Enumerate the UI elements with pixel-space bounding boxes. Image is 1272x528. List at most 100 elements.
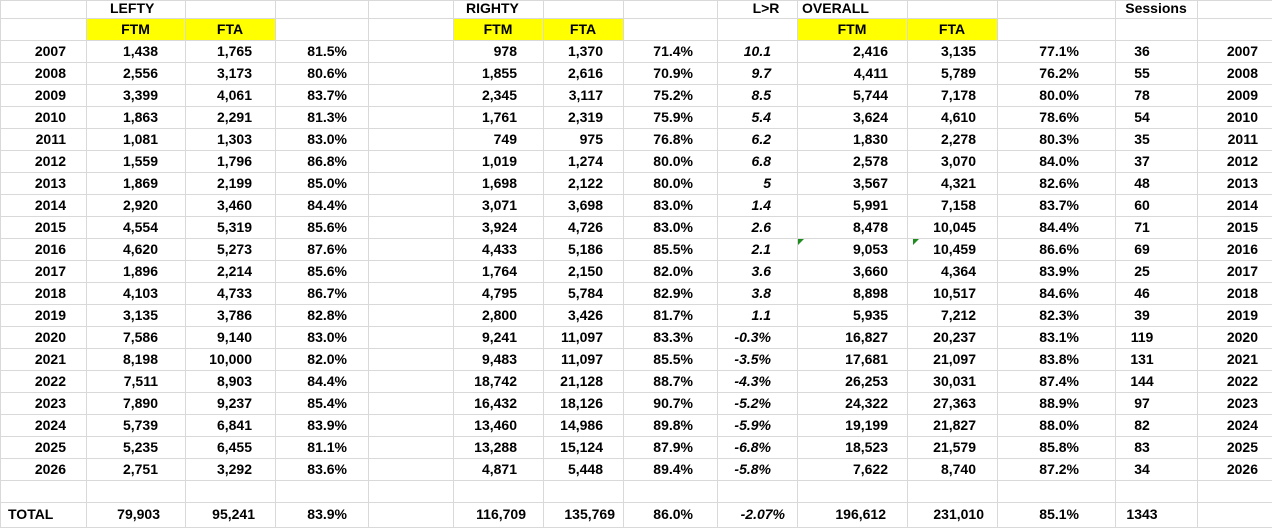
lefty-ftm[interactable]: 3,399 xyxy=(86,84,158,106)
righty-ftm[interactable]: 3,924 xyxy=(453,216,517,238)
total-lefty-pct[interactable]: 83.9% xyxy=(275,503,347,525)
overall-pct[interactable]: 86.6% xyxy=(997,238,1079,260)
sessions-count[interactable]: 71 xyxy=(1115,216,1169,238)
righty-fta[interactable]: 975 xyxy=(543,128,603,150)
l-greater-r[interactable]: 2.6 xyxy=(717,216,771,238)
header-lefty[interactable]: LEFTY xyxy=(110,0,190,19)
lefty-pct[interactable]: 86.8% xyxy=(275,150,347,172)
lefty-pct[interactable]: 83.9% xyxy=(275,414,347,436)
righty-pct[interactable]: 76.8% xyxy=(623,128,693,150)
row-year-right[interactable]: 2009 xyxy=(1197,84,1258,106)
righty-fta[interactable]: 11,097 xyxy=(543,326,603,348)
righty-ftm[interactable]: 3,071 xyxy=(453,194,517,216)
righty-ftm[interactable]: 1,761 xyxy=(453,106,517,128)
lefty-pct[interactable]: 83.0% xyxy=(275,326,347,348)
overall-fta[interactable]: 3,135 xyxy=(907,40,976,62)
total-l-greater-r[interactable]: -2.07% xyxy=(717,503,785,525)
row-year-right[interactable]: 2010 xyxy=(1197,106,1258,128)
l-greater-r[interactable]: -0.3% xyxy=(717,326,771,348)
l-greater-r[interactable]: -4.3% xyxy=(717,370,771,392)
sessions-count[interactable]: 144 xyxy=(1115,370,1169,392)
overall-pct[interactable]: 83.7% xyxy=(997,194,1079,216)
row-year-right[interactable]: 2025 xyxy=(1197,436,1258,458)
row-year[interactable]: 2014 xyxy=(0,194,66,216)
righty-pct[interactable]: 71.4% xyxy=(623,40,693,62)
righty-pct[interactable]: 80.0% xyxy=(623,150,693,172)
righty-ftm[interactable]: 1,764 xyxy=(453,260,517,282)
righty-pct[interactable]: 82.9% xyxy=(623,282,693,304)
lefty-ftm[interactable]: 1,869 xyxy=(86,172,158,194)
righty-ftm[interactable]: 2,800 xyxy=(453,304,517,326)
righty-fta[interactable]: 5,784 xyxy=(543,282,603,304)
lefty-fta[interactable]: 5,273 xyxy=(185,238,252,260)
righty-pct[interactable]: 88.7% xyxy=(623,370,693,392)
header-lefty-ftm[interactable]: FTM xyxy=(86,18,185,40)
lefty-ftm[interactable]: 1,438 xyxy=(86,40,158,62)
overall-pct[interactable]: 88.9% xyxy=(997,392,1079,414)
righty-fta[interactable]: 3,117 xyxy=(543,84,603,106)
row-year[interactable]: 2007 xyxy=(0,40,66,62)
total-overall-pct[interactable]: 85.1% xyxy=(997,503,1079,525)
overall-ftm[interactable]: 1,830 xyxy=(797,128,888,150)
righty-pct[interactable]: 90.7% xyxy=(623,392,693,414)
lefty-fta[interactable]: 6,455 xyxy=(185,436,252,458)
righty-ftm[interactable]: 18,742 xyxy=(453,370,517,392)
righty-ftm[interactable]: 9,241 xyxy=(453,326,517,348)
lefty-pct[interactable]: 82.0% xyxy=(275,348,347,370)
total-lefty-fta[interactable]: 95,241 xyxy=(185,503,255,525)
row-year-right[interactable]: 2007 xyxy=(1197,40,1258,62)
overall-pct[interactable]: 84.4% xyxy=(997,216,1079,238)
lefty-ftm[interactable]: 1,896 xyxy=(86,260,158,282)
lefty-fta[interactable]: 2,199 xyxy=(185,172,252,194)
lefty-pct[interactable]: 81.5% xyxy=(275,40,347,62)
righty-ftm[interactable]: 13,288 xyxy=(453,436,517,458)
row-year-right[interactable]: 2019 xyxy=(1197,304,1258,326)
lefty-ftm[interactable]: 2,751 xyxy=(86,458,158,480)
row-year[interactable]: 2009 xyxy=(0,84,66,106)
righty-fta[interactable]: 11,097 xyxy=(543,348,603,370)
sessions-count[interactable]: 60 xyxy=(1115,194,1169,216)
row-year-right[interactable]: 2011 xyxy=(1197,128,1258,150)
lefty-ftm[interactable]: 4,554 xyxy=(86,216,158,238)
overall-ftm[interactable]: 9,053 xyxy=(797,238,888,260)
righty-fta[interactable]: 14,986 xyxy=(543,414,603,436)
overall-ftm[interactable]: 2,578 xyxy=(797,150,888,172)
righty-pct[interactable]: 83.0% xyxy=(623,216,693,238)
righty-pct[interactable]: 85.5% xyxy=(623,348,693,370)
lefty-ftm[interactable]: 2,556 xyxy=(86,62,158,84)
overall-ftm[interactable]: 19,199 xyxy=(797,414,888,436)
righty-ftm[interactable]: 4,871 xyxy=(453,458,517,480)
lefty-fta[interactable]: 5,319 xyxy=(185,216,252,238)
sessions-count[interactable]: 39 xyxy=(1115,304,1169,326)
row-year[interactable]: 2025 xyxy=(0,436,66,458)
header-righty[interactable]: RIGHTY xyxy=(466,0,546,19)
l-greater-r[interactable]: 6.2 xyxy=(717,128,771,150)
lefty-ftm[interactable]: 5,739 xyxy=(86,414,158,436)
overall-pct[interactable]: 84.0% xyxy=(997,150,1079,172)
total-righty-pct[interactable]: 86.0% xyxy=(623,503,693,525)
lefty-pct[interactable]: 85.4% xyxy=(275,392,347,414)
overall-pct[interactable]: 85.8% xyxy=(997,436,1079,458)
overall-fta[interactable]: 3,070 xyxy=(907,150,976,172)
l-greater-r[interactable]: 10.1 xyxy=(717,40,771,62)
overall-ftm[interactable]: 7,622 xyxy=(797,458,888,480)
header-overall-ftm[interactable]: FTM xyxy=(797,18,907,40)
righty-ftm[interactable]: 1,855 xyxy=(453,62,517,84)
righty-ftm[interactable]: 4,795 xyxy=(453,282,517,304)
l-greater-r[interactable]: 1.1 xyxy=(717,304,771,326)
lefty-ftm[interactable]: 1,863 xyxy=(86,106,158,128)
lefty-pct[interactable]: 85.0% xyxy=(275,172,347,194)
row-year[interactable]: 2015 xyxy=(0,216,66,238)
lefty-pct[interactable]: 82.8% xyxy=(275,304,347,326)
l-greater-r[interactable]: 6.8 xyxy=(717,150,771,172)
lefty-fta[interactable]: 4,733 xyxy=(185,282,252,304)
row-year[interactable]: 2011 xyxy=(0,128,66,150)
lefty-fta[interactable]: 2,291 xyxy=(185,106,252,128)
lefty-ftm[interactable]: 7,511 xyxy=(86,370,158,392)
lefty-fta[interactable]: 3,786 xyxy=(185,304,252,326)
row-year[interactable]: 2019 xyxy=(0,304,66,326)
l-greater-r[interactable]: 9.7 xyxy=(717,62,771,84)
overall-pct[interactable]: 83.8% xyxy=(997,348,1079,370)
row-year-right[interactable]: 2014 xyxy=(1197,194,1258,216)
lefty-fta[interactable]: 6,841 xyxy=(185,414,252,436)
